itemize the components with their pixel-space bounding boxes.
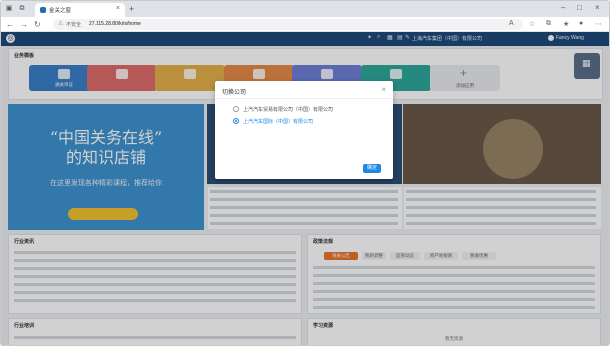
more-menu-icon[interactable]: ⋯ [595,20,602,28]
browser-tab[interactable]: 金关之窗 × [35,3,125,17]
company-option-1[interactable]: 上汽汽车贸易有限公司（中国）有限公司 [233,105,363,113]
site-favicon-icon [40,7,46,13]
profile-icon[interactable]: ● [579,20,583,27]
modal-overlay[interactable] [1,32,609,345]
radio-button-selected[interactable] [233,118,239,124]
favorite-star-icon[interactable]: ☆ [529,20,535,28]
maximize-icon[interactable]: □ [577,3,582,12]
reload-icon[interactable]: ↻ [34,20,41,29]
browser-tab-bar: ▣ ⧉ 金关之窗 × + – □ × [1,1,609,17]
company-option-2[interactable]: 上汽汽车国际（中国）有限公司 [233,117,363,125]
forward-icon[interactable]: → [20,20,28,29]
tab-title: 金关之窗 [49,8,72,14]
security-status: 不安全 [66,22,82,28]
dialog-title: 切换公司 [222,90,247,96]
close-icon[interactable]: × [381,85,386,94]
tab-close-icon[interactable]: × [116,5,120,12]
confirm-button[interactable]: 确定 [363,164,381,173]
browser-window: ▣ ⧉ 金关之窗 × + – □ × ← → ↻ ⚠ 不安全 27.115.28… [0,0,610,346]
browser-toolbar: ← → ↻ ⚠ 不安全 27.115.28.80/kris/home A ☆ ⧉… [1,17,609,32]
tab-actions-icon[interactable]: ⧉ [18,5,26,13]
url-text: 27.115.28.80/kris/home [89,21,141,27]
new-tab-button[interactable]: + [129,4,134,14]
collections-icon[interactable]: ⧉ [546,20,551,28]
favorites-icon[interactable]: ★ [563,20,569,28]
divider [215,98,393,99]
minimize-icon[interactable]: – [561,3,565,12]
switch-company-dialog: 切换公司 × 上汽汽车贸易有限公司（中国）有限公司 上汽汽车国际（中国）有限公司… [215,81,393,179]
read-aloud-icon[interactable]: A [509,20,514,27]
window-menu-icon[interactable]: ▣ [5,5,13,13]
back-icon[interactable]: ← [6,20,14,29]
radio-button[interactable] [233,106,239,112]
close-window-icon[interactable]: × [595,3,600,12]
company-option-label: 上汽汽车国际（中国）有限公司 [243,119,314,125]
company-option-label: 上汽汽车贸易有限公司（中国）有限公司 [243,107,334,113]
address-bar[interactable]: ⚠ 不安全 27.115.28.80/kris/home [53,19,523,30]
warning-icon: ⚠ [58,21,64,27]
